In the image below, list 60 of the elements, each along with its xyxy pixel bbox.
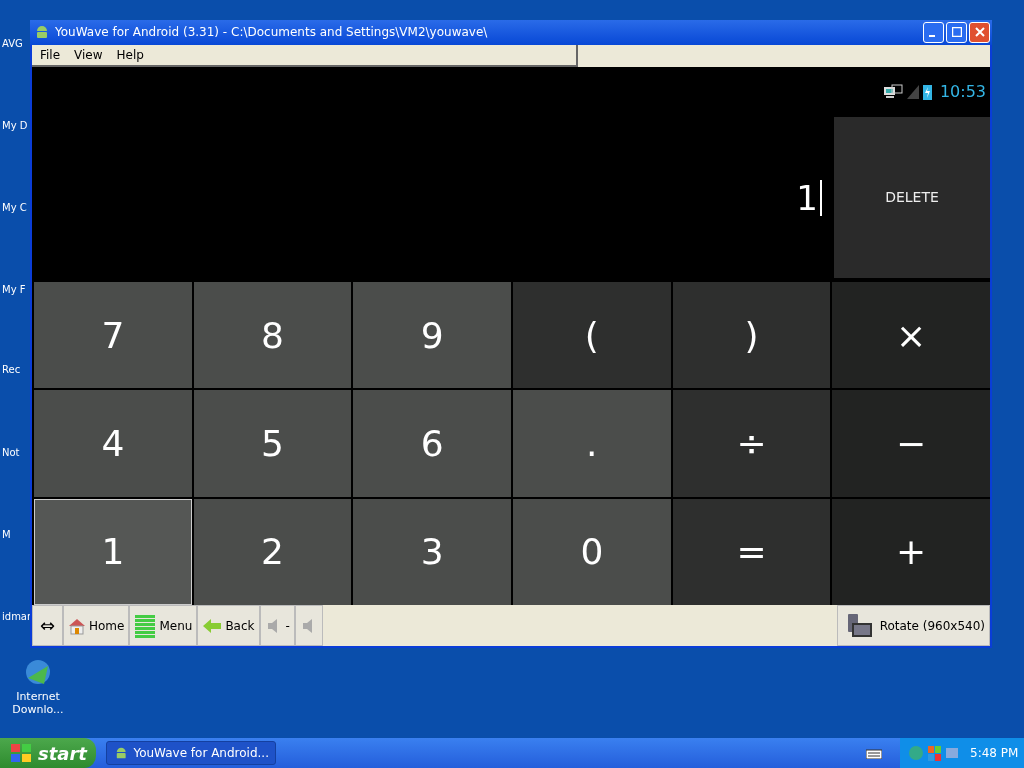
calculator-key[interactable]: − — [832, 390, 990, 497]
calculator-key[interactable]: 7 — [34, 281, 192, 389]
clock: 10:53 — [939, 82, 986, 102]
calculator-key[interactable]: × — [832, 281, 990, 389]
calculator-key[interactable]: 5 — [193, 390, 352, 497]
shortcut-label[interactable]: Internet Downlo... — [8, 690, 68, 716]
calculator-key[interactable]: 3 — [353, 498, 511, 606]
calculator-key[interactable]: 9 — [353, 281, 511, 389]
delete-button[interactable]: DELETE — [834, 116, 990, 278]
calculator-key[interactable]: ÷ — [672, 390, 831, 497]
shortcut-label[interactable]: My C — [2, 202, 27, 214]
minimize-button[interactable] — [923, 21, 944, 43]
signal-icon — [906, 84, 919, 99]
shortcut-label[interactable]: idmar — [2, 611, 32, 623]
menu-item[interactable]: Help — [116, 47, 144, 62]
vol-down-button[interactable]: - — [259, 605, 295, 646]
taskbar-clock: 5:48 PM — [970, 746, 1019, 760]
shortcut-label[interactable]: My F — [2, 284, 26, 296]
calculator-key[interactable]: ) — [672, 281, 831, 389]
shortcut-label[interactable]: My D — [2, 120, 28, 132]
windows-logo — [10, 743, 32, 763]
maximize-button[interactable] — [946, 21, 967, 43]
calculator-key[interactable]: 6 — [353, 390, 511, 497]
menu-icon — [134, 613, 157, 638]
display-field[interactable]: 1 — [32, 116, 832, 280]
calculator-key[interactable]: 1 — [34, 498, 192, 606]
calculator-key[interactable]: 2 — [193, 498, 352, 606]
battery-icon — [922, 83, 932, 100]
close-icon — [974, 27, 985, 38]
network-icon — [882, 83, 903, 100]
calculator-key[interactable]: = — [672, 498, 831, 606]
taskbar-button[interactable]: YouWave for Android... — [106, 741, 276, 765]
calculator-key[interactable]: 4 — [34, 390, 192, 497]
calculator-key[interactable]: 0 — [513, 498, 671, 606]
start-button[interactable]: start — [0, 738, 96, 768]
calculator-key[interactable]: 8 — [193, 281, 352, 389]
calculator-key[interactable]: ( — [513, 281, 671, 389]
window-title: YouWave for Android (3.31) - C:\Documents and Settings\VM2\youwave\ — [55, 25, 488, 40]
house-icon — [68, 616, 86, 635]
shortcut-label[interactable]: Not — [2, 447, 20, 459]
back-button[interactable]: Back — [197, 605, 260, 646]
back-arrow-icon — [202, 617, 223, 634]
resize-button[interactable]: ⇔ — [32, 605, 63, 646]
shortcut-label[interactable]: M — [2, 529, 11, 541]
calculator-key[interactable]: . — [513, 390, 671, 497]
maximize-icon — [951, 27, 962, 38]
minimize-icon — [929, 35, 935, 38]
shortcut-label[interactable]: AVG — [2, 38, 23, 50]
calculator-key[interactable]: + — [832, 498, 990, 606]
menu-item[interactable]: View — [74, 47, 103, 62]
keyboard-icon[interactable] — [866, 747, 882, 759]
android-icon — [115, 746, 128, 760]
menu-button[interactable]: Menu — [129, 605, 198, 646]
home-button[interactable]: Home — [63, 605, 130, 646]
shortcut-label[interactable]: Rec — [2, 364, 21, 376]
menu-item[interactable]: File — [40, 47, 61, 62]
rotate-button[interactable]: Rotate (960x540) — [836, 605, 990, 646]
android-icon — [35, 25, 49, 40]
rotate-device-icon — [845, 612, 874, 639]
close-button[interactable] — [969, 21, 990, 43]
